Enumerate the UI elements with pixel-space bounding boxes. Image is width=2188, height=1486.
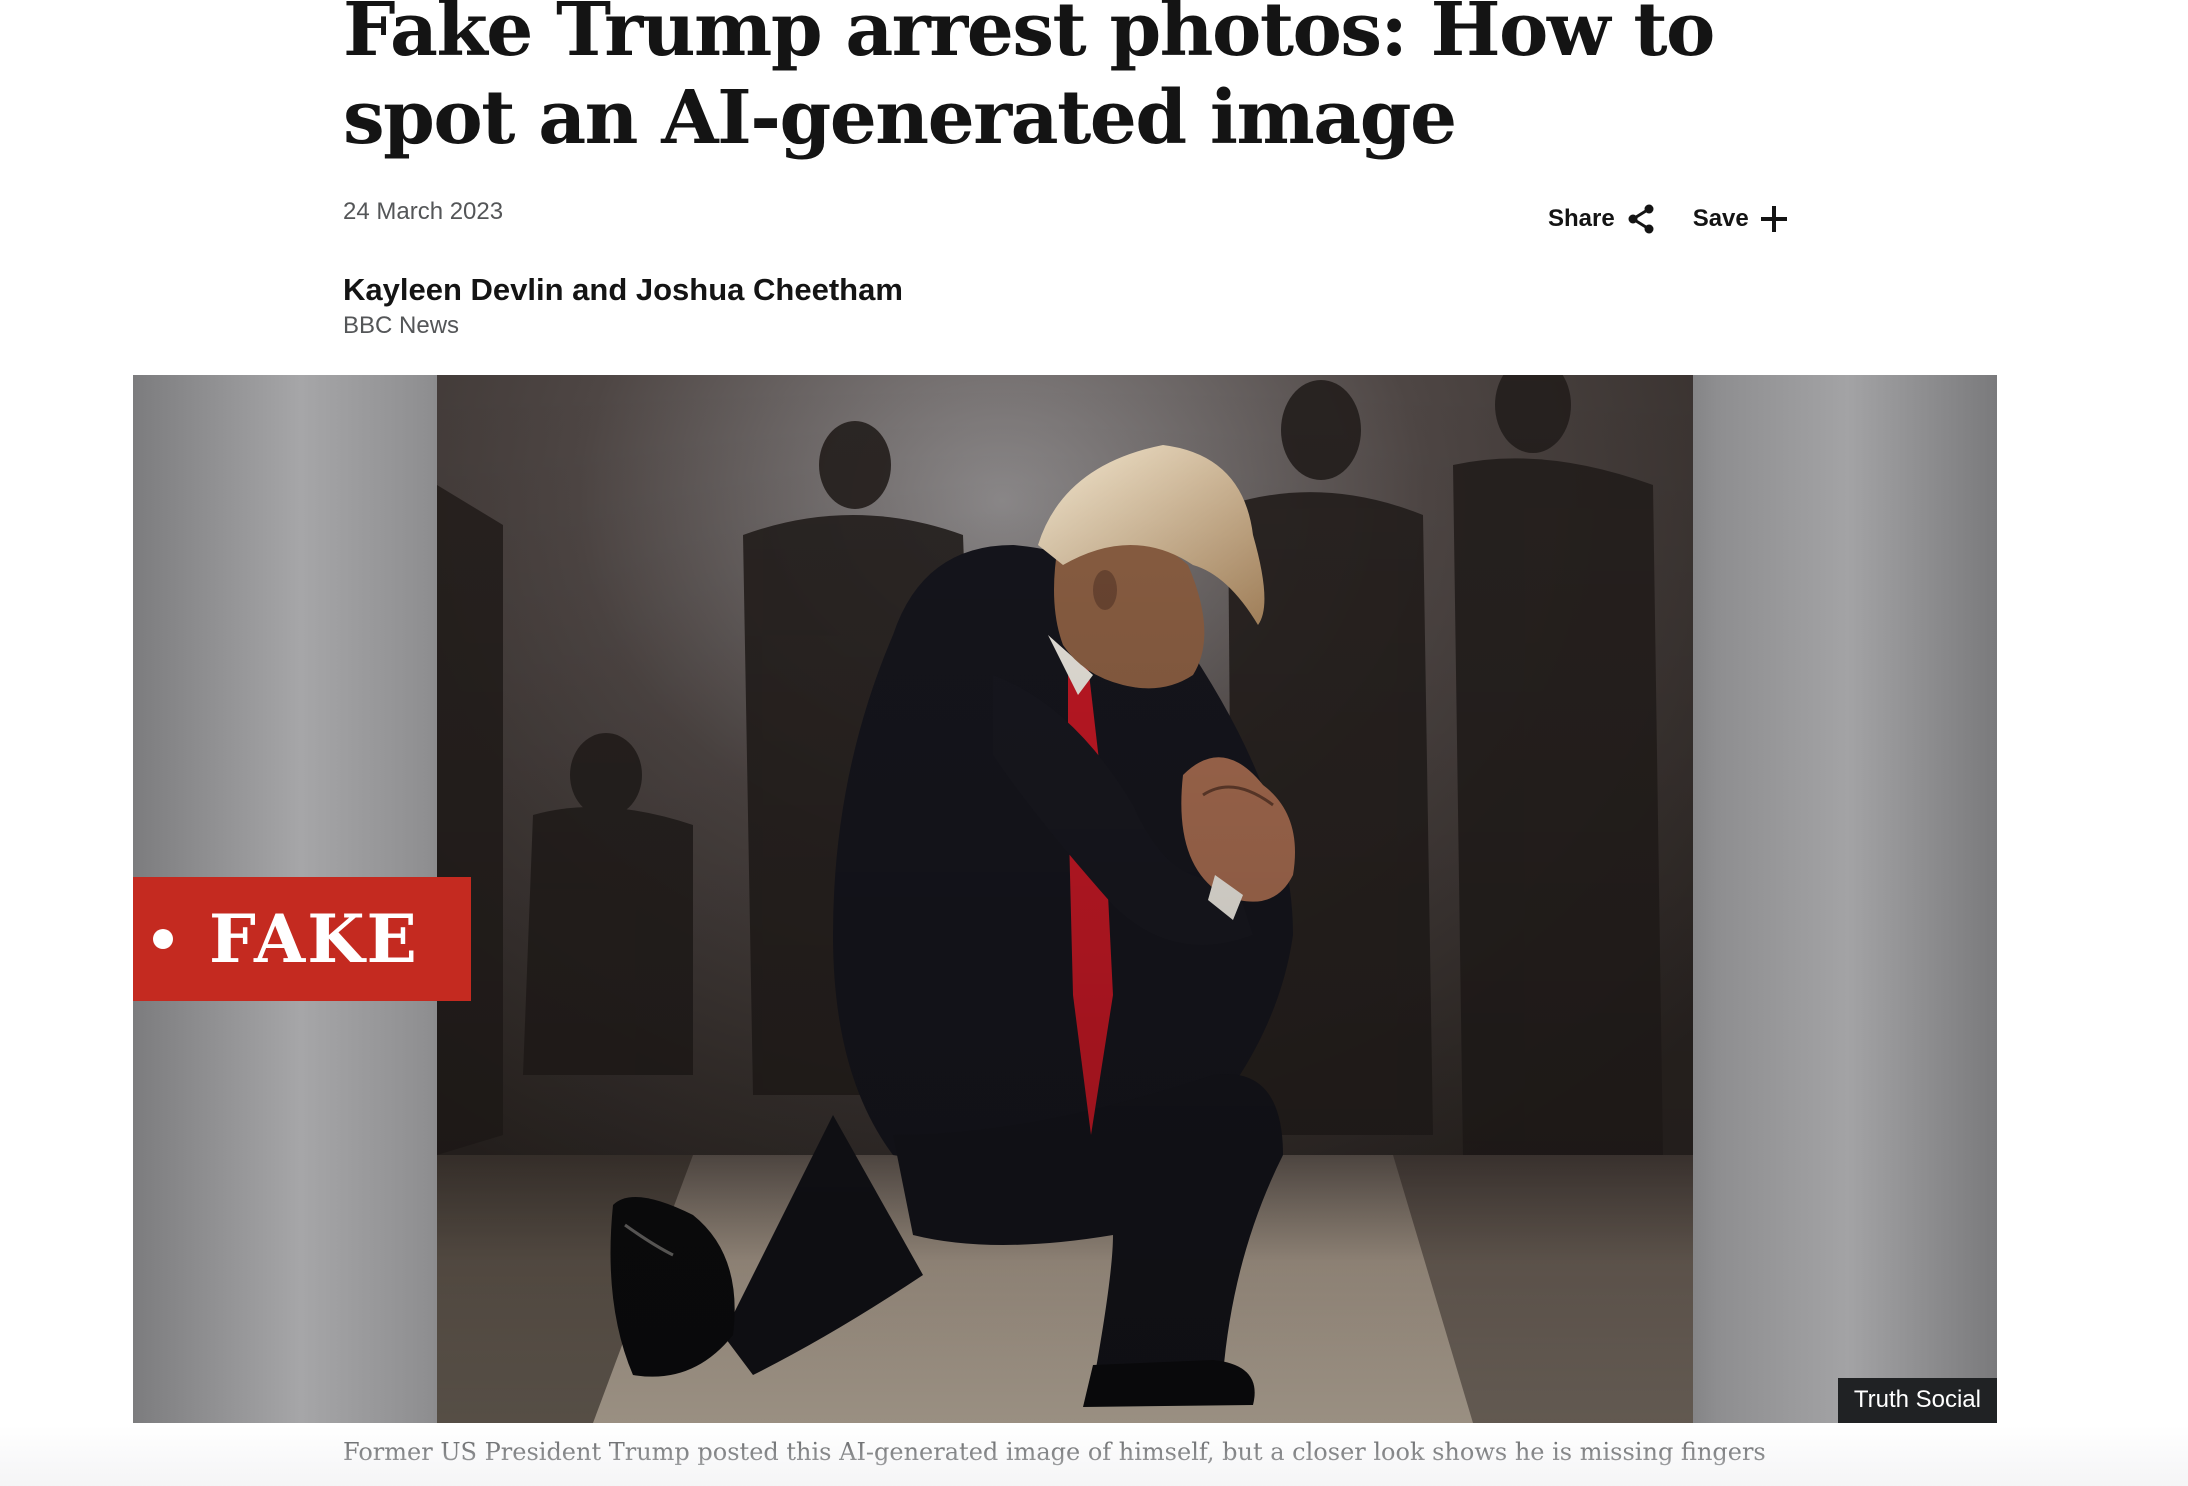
image-caption: Former US President Trump posted this AI… xyxy=(343,1438,1766,1466)
author-names: Kayleen Devlin and Joshua Cheetham xyxy=(343,272,903,307)
save-button[interactable]: Save xyxy=(1693,205,1787,233)
share-icon xyxy=(1627,204,1655,234)
badge-dot xyxy=(153,929,173,949)
author-outlet: BBC News xyxy=(343,312,460,339)
share-button[interactable]: Share xyxy=(1548,204,1655,234)
fake-badge-label: FAKE xyxy=(209,900,419,978)
save-label: Save xyxy=(1692,205,1749,232)
publish-date: 24 March 2023 xyxy=(343,198,504,225)
plus-icon xyxy=(1760,206,1787,232)
article-headline: Fake Trump arrest photos: How to spot an… xyxy=(343,0,1715,161)
fake-badge: FAKE xyxy=(133,877,471,1001)
share-label: Share xyxy=(1548,205,1615,232)
image-credit: Truth Social xyxy=(1837,1378,1997,1423)
article-image: FAKE Truth Social xyxy=(133,375,1997,1423)
article-actions: Share Save xyxy=(1548,204,1787,234)
